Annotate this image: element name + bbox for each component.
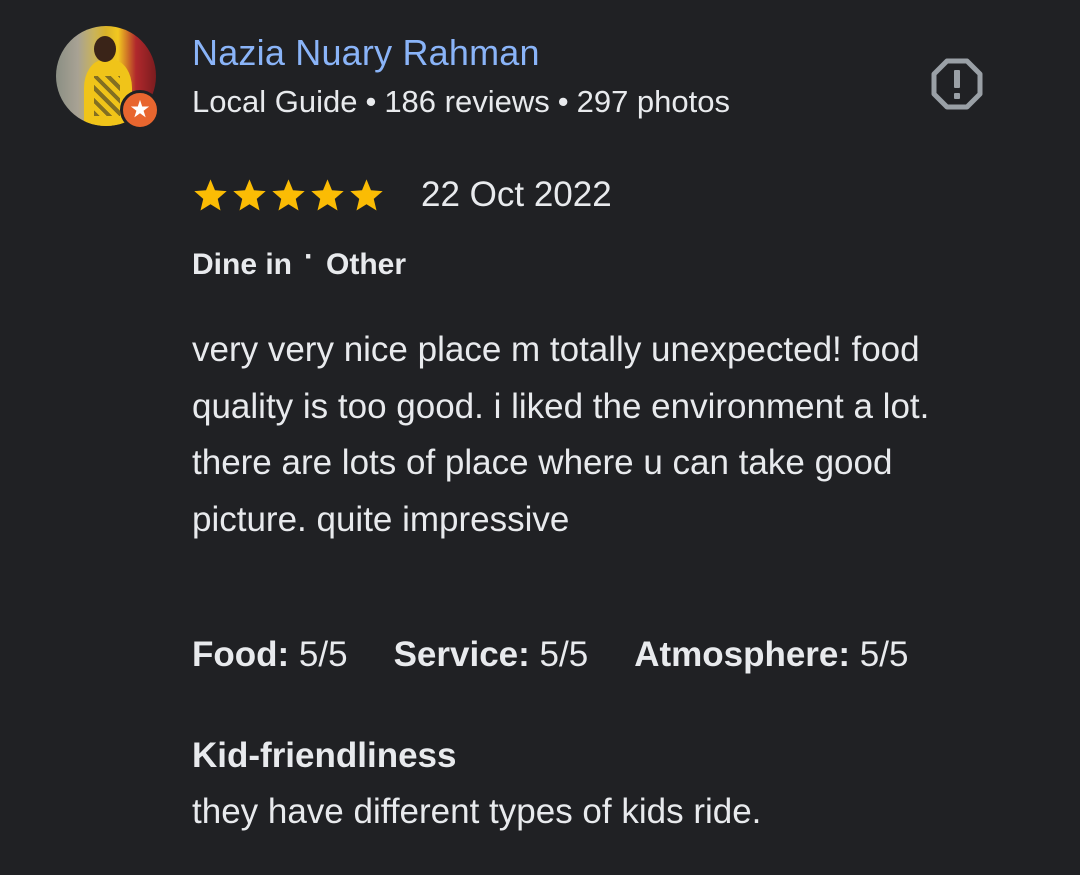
rating-service-value: 5/5 bbox=[539, 635, 589, 674]
photo-count: 297 photos bbox=[576, 84, 731, 119]
star-rating bbox=[192, 177, 385, 214]
star-icon bbox=[311, 178, 344, 210]
tag-other: Other bbox=[326, 248, 407, 281]
star-icon bbox=[233, 178, 266, 210]
kid-friendliness-title: Kid-friendliness bbox=[192, 736, 457, 775]
sub-ratings: Food: 5/5 Service: 5/5 Atmosphere: 5/5 bbox=[192, 635, 954, 675]
reviewer-meta: Local Guide • 186 reviews • 297 photos bbox=[192, 84, 730, 120]
star-icon bbox=[350, 178, 383, 210]
rating-atmosphere-value: 5/5 bbox=[859, 635, 909, 674]
visit-tags: Dine in · Other bbox=[192, 240, 407, 282]
avatar[interactable] bbox=[56, 26, 160, 130]
rating-food: Food: 5/5 bbox=[192, 635, 348, 675]
rating-service-label: Service: bbox=[393, 635, 530, 674]
review-text: very very nice place m totally unexpecte… bbox=[192, 330, 930, 539]
reviewer-name[interactable]: Nazia Nuary Rahman bbox=[192, 32, 540, 74]
meta-separator: • bbox=[557, 84, 569, 119]
review-date: 22 Oct 2022 bbox=[421, 175, 612, 214]
meta-separator: • bbox=[365, 84, 377, 119]
report-flag-icon bbox=[931, 58, 983, 110]
star-icon bbox=[194, 178, 227, 210]
rating-row: 22 Oct 2022 bbox=[192, 172, 612, 218]
review-count: 186 reviews bbox=[384, 84, 550, 119]
star-icon bbox=[272, 178, 305, 210]
report-review-button[interactable] bbox=[930, 57, 984, 111]
tag-separator: · bbox=[304, 240, 315, 273]
local-guide-label: Local Guide bbox=[192, 84, 358, 119]
rating-service: Service: 5/5 bbox=[394, 635, 589, 675]
tag-dine-in: Dine in bbox=[192, 248, 293, 281]
rating-atmosphere-label: Atmosphere: bbox=[634, 635, 851, 674]
local-guide-badge-icon bbox=[120, 90, 160, 130]
rating-atmosphere: Atmosphere: 5/5 bbox=[634, 635, 908, 675]
rating-food-value: 5/5 bbox=[298, 635, 348, 674]
rating-food-label: Food: bbox=[192, 635, 290, 674]
kid-friendliness-text: they have different types of kids ride. bbox=[192, 792, 762, 831]
